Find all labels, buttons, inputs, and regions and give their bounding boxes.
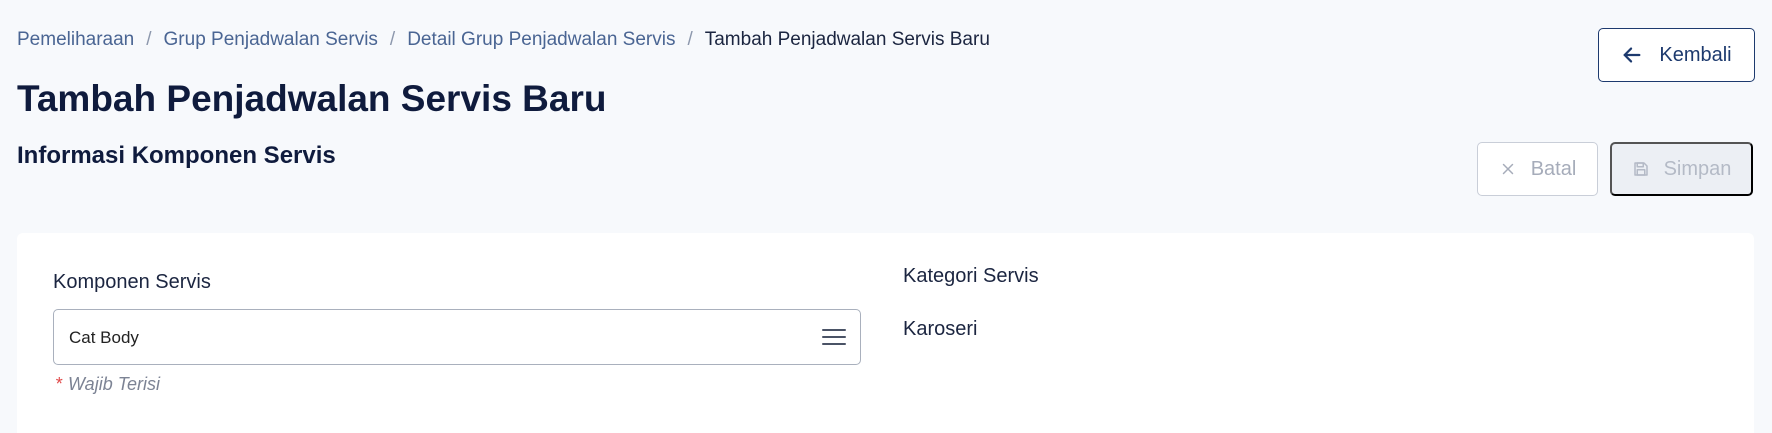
breadcrumb-item-detail-grup[interactable]: Detail Grup Penjadwalan Servis [407,29,675,51]
arrow-left-icon [1623,47,1641,63]
close-icon [1502,163,1513,175]
component-select[interactable]: Cat Body [53,309,861,365]
component-label: Komponen Servis [53,271,211,293]
breadcrumb-item-grup-penjadwalan[interactable]: Grup Penjadwalan Servis [164,29,378,51]
breadcrumb: Pemeliharaan / Grup Penjadwalan Servis /… [17,29,990,51]
breadcrumb-separator: / [389,29,396,50]
save-icon [1633,162,1648,176]
section-title: Informasi Komponen Servis [17,142,336,169]
breadcrumb-separator: / [687,29,693,50]
required-note: * Wajib Terisi [55,374,160,395]
page-title: Tambah Penjadwalan Servis Baru [17,78,607,119]
back-button[interactable]: Kembali [1598,28,1755,82]
save-button-label: Simpan [1663,157,1732,180]
breadcrumb-current: Tambah Penjadwalan Servis Baru [704,29,990,50]
menu-icon[interactable] [822,327,846,347]
category-value: Karoseri [903,318,978,340]
save-button[interactable]: Simpan [1610,142,1753,196]
category-label: Kategori Servis [903,265,1039,287]
back-button-label: Kembali [1659,43,1732,66]
required-text: Wajib Terisi [68,374,161,394]
breadcrumb-item-pemeliharaan[interactable]: Pemeliharaan [17,29,134,51]
required-star: * [55,374,63,394]
cancel-button-label: Batal [1530,157,1577,180]
breadcrumb-separator: / [146,29,152,50]
cancel-button[interactable]: Batal [1477,142,1598,196]
component-select-value: Cat Body [69,328,139,347]
